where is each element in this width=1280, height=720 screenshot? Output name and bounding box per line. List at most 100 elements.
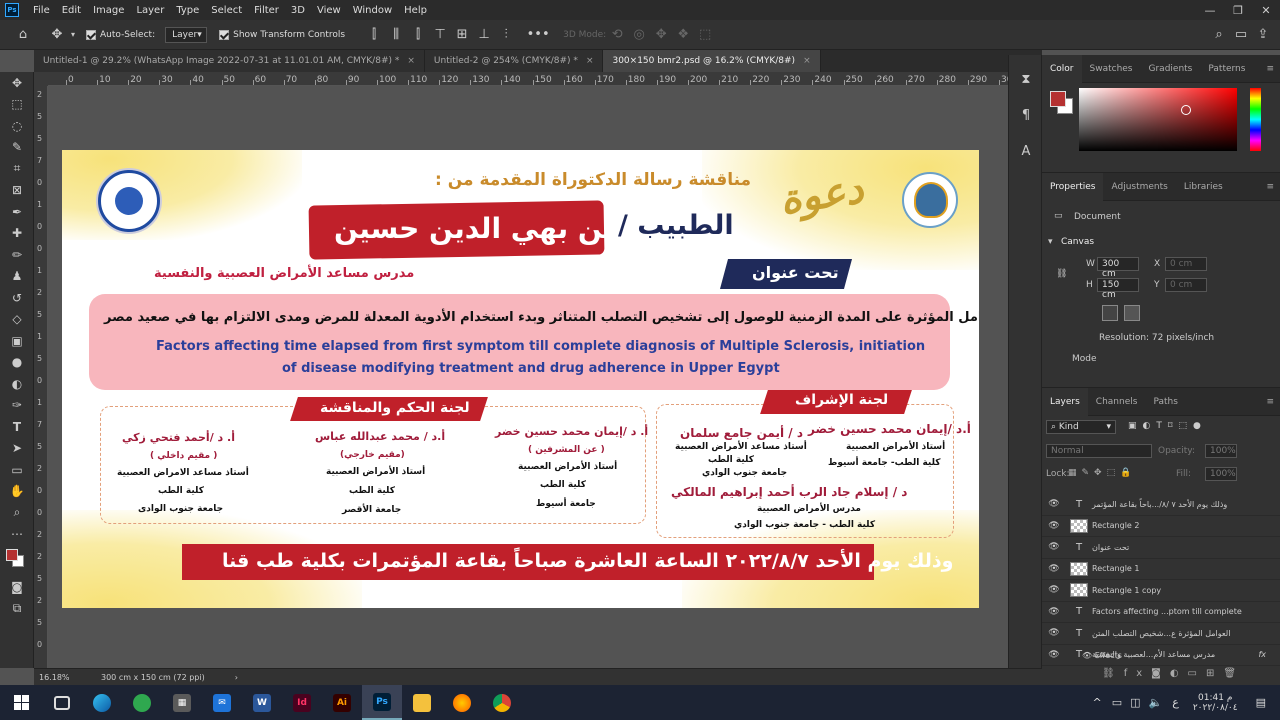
path-select-tool-icon[interactable]: ➤ (0, 438, 34, 460)
foreground-color-swatch[interactable] (1050, 91, 1066, 107)
input-language[interactable]: ع (1172, 696, 1179, 709)
blur-tool-icon[interactable]: ● (0, 352, 34, 374)
panel-menu-icon[interactable]: ≡ (1266, 64, 1274, 74)
hue-slider[interactable] (1250, 88, 1261, 151)
chevron-down-icon[interactable]: ▾ (68, 24, 78, 46)
move-tool-icon[interactable]: ✥ (0, 72, 34, 94)
close-icon[interactable]: × (586, 56, 594, 66)
menu-select[interactable]: Select (205, 5, 248, 16)
edge-browser-icon[interactable] (82, 685, 122, 720)
align-left-icon[interactable]: ⫿ (363, 24, 385, 46)
eraser-tool-icon[interactable]: ◇ (0, 309, 34, 331)
eye-icon[interactable]: 👁 (1042, 650, 1066, 660)
portrait-orientation-icon[interactable] (1102, 305, 1118, 321)
minimize-button[interactable]: — (1196, 0, 1224, 20)
paragraph-panel-icon[interactable]: ¶ (1009, 97, 1043, 133)
layer-row[interactable]: 👁 T العوامل المؤثرة ع...شخيص التصلب المتن (1042, 623, 1280, 645)
network-icon[interactable]: ◫ (1130, 696, 1140, 709)
screen-mode-icon[interactable]: ⧉ (0, 598, 34, 620)
align-bottom-icon[interactable]: ⊥ (473, 24, 495, 46)
clock[interactable]: 01:41 م ٢٠٢٢/٠٨/٠٤ (1193, 693, 1238, 713)
eye-icon[interactable]: 👁 (1082, 651, 1095, 660)
indesign-icon[interactable]: Id (282, 685, 322, 720)
mail-icon[interactable]: ✉ (202, 685, 242, 720)
layer-row[interactable]: 👁 Rectangle 1 copy (1042, 580, 1280, 602)
pen-tool-icon[interactable]: ✑ (0, 395, 34, 417)
eye-icon[interactable]: 👁 (1042, 542, 1066, 552)
move-tool-icon[interactable]: ✥ (46, 24, 68, 46)
3d-rotate-icon[interactable]: ⟲ (606, 24, 628, 46)
hand-tool-icon[interactable]: ✋ (0, 481, 34, 503)
y-input[interactable]: 0 cm (1165, 278, 1207, 292)
x-input[interactable]: 0 cm (1165, 257, 1207, 271)
edit-toolbar-icon[interactable]: ⋯ (0, 524, 34, 546)
share-icon[interactable]: ⇪ (1252, 24, 1274, 46)
show-transform-checkbox[interactable]: Show Transform Controls (219, 29, 345, 40)
auto-select-dropdown[interactable]: Layer ▾ (165, 26, 208, 43)
vertical-ruler[interactable]: 2 5 5 7 0 1 0 0 1 2 5 1 5 0 1 7 5 2 0 0 2 2 5 2 5 0 (34, 86, 48, 668)
eye-icon[interactable]: 👁 (1042, 521, 1066, 531)
close-icon[interactable]: × (407, 56, 415, 66)
layer-filter-icons[interactable]: ▣◐T⌑⬚● (1128, 421, 1207, 431)
width-input[interactable]: 300 cm (1097, 257, 1139, 279)
crop-tool-icon[interactable]: ⌗ (0, 158, 34, 180)
chrome-icon[interactable] (482, 685, 522, 720)
tab-patterns[interactable]: Patterns (1200, 55, 1253, 83)
close-button[interactable]: ✕ (1252, 0, 1280, 20)
menu-filter[interactable]: Filter (248, 5, 285, 16)
color-field[interactable] (1079, 88, 1237, 151)
quick-select-tool-icon[interactable]: ✎ (0, 137, 34, 159)
menu-file[interactable]: File (27, 5, 56, 16)
align-top-icon[interactable]: ⊤ (429, 24, 451, 46)
auto-select-checkbox[interactable]: Auto-Select: (86, 29, 155, 40)
zoom-level[interactable]: 16.18% (34, 673, 100, 682)
notification-icon[interactable]: ▤ (1256, 696, 1266, 709)
battery-icon[interactable]: ▭ (1112, 696, 1122, 709)
menu-3d[interactable]: 3D (285, 5, 311, 16)
3d-pan-icon[interactable]: ✥ (650, 24, 672, 46)
color-swatches[interactable] (0, 545, 34, 567)
foreground-color-swatch[interactable] (6, 549, 18, 561)
tab-color[interactable]: Color (1042, 54, 1082, 83)
tab-untitled-1[interactable]: Untitled-1 @ 29.2% (WhatsApp Image 2022-… (34, 50, 425, 72)
tab-gradients[interactable]: Gradients (1141, 55, 1201, 83)
eye-icon[interactable]: 👁 (1042, 607, 1066, 617)
history-panel-icon[interactable]: ⧗ (1009, 61, 1043, 97)
layer-row[interactable]: 👁 Rectangle 1 (1042, 559, 1280, 580)
eye-icon[interactable]: 👁 (1042, 499, 1066, 509)
close-icon[interactable]: × (803, 56, 811, 66)
tab-channels[interactable]: Channels (1088, 388, 1146, 416)
eye-icon[interactable]: 👁 (1042, 564, 1066, 574)
file-explorer-icon[interactable] (402, 685, 442, 720)
shape-tool-icon[interactable]: ▭ (0, 459, 34, 481)
color-picker-cursor[interactable] (1181, 105, 1191, 115)
3d-roll-icon[interactable]: ◎ (628, 24, 650, 46)
tab-paths[interactable]: Paths (1145, 388, 1185, 416)
align-center-icon[interactable]: ⫼ (385, 24, 407, 46)
layer-row[interactable]: 👁 T وذلك يوم الأحد ٧ /٨/...باحاً بقاعة الم… (1042, 494, 1280, 516)
marquee-tool-icon[interactable]: ⬚ (0, 94, 34, 116)
panel-menu-icon[interactable]: ≡ (1266, 397, 1274, 407)
frame-tool-icon[interactable]: ⊠ (0, 180, 34, 202)
history-brush-icon[interactable]: ↺ (0, 287, 34, 309)
menu-help[interactable]: Help (398, 5, 433, 16)
restore-button[interactable]: ❐ (1224, 0, 1252, 20)
task-view-icon[interactable] (42, 685, 82, 720)
blend-mode-dropdown[interactable]: Normal (1046, 444, 1152, 458)
lock-icons[interactable]: ▦✎✥⬚🔒 (1068, 468, 1136, 478)
windows-start-icon[interactable] (0, 685, 42, 720)
layer-row[interactable]: 👁 T تحت عنوان (1042, 537, 1280, 559)
layer-filter-kind[interactable]: ⌕ Kind ▾ (1046, 420, 1116, 434)
horizontal-ruler[interactable]: 0 10 20 30 40 50 60 70 80 90 100 110 120 130 140 150 160… (48, 72, 1042, 86)
gradient-tool-icon[interactable]: ▣ (0, 330, 34, 352)
word-icon[interactable]: W (242, 685, 282, 720)
effects-row[interactable]: 👁 Effects (1082, 651, 1122, 660)
calculator-icon[interactable]: ▦ (162, 685, 202, 720)
more-options-icon[interactable]: ••• (527, 24, 550, 46)
illustrator-icon[interactable]: Ai (322, 685, 362, 720)
3d-slide-icon[interactable]: ❖ (672, 24, 694, 46)
dodge-tool-icon[interactable]: ◐ (0, 373, 34, 395)
eye-icon[interactable]: 👁 (1042, 585, 1066, 595)
menu-window[interactable]: Window (347, 5, 398, 16)
landscape-orientation-icon[interactable] (1124, 305, 1140, 321)
